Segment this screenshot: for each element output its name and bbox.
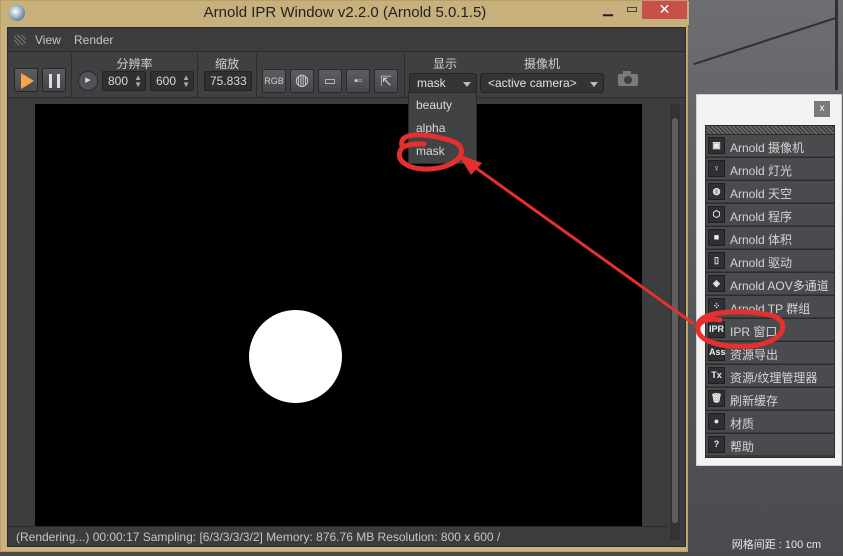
chevron-down-icon: [463, 82, 471, 87]
vertical-scrollbar[interactable]: [670, 104, 680, 540]
panel-item[interactable]: ◈ Arnold AOV多通道: [706, 272, 834, 294]
playback-group: [8, 53, 72, 97]
display-dropdown: beauty alpha mask: [408, 92, 477, 164]
display-option-beauty[interactable]: beauty: [409, 94, 476, 116]
panel-item[interactable]: ■ Arnold 体积: [706, 226, 834, 248]
volume-icon: ■: [708, 229, 725, 246]
camera-label: 摄像机: [523, 57, 560, 71]
scrollbar-thumb[interactable]: [672, 118, 678, 523]
zoom-label: 缩放: [214, 57, 239, 71]
ass-icon: Ass: [708, 344, 726, 361]
spinner-arrows-icon[interactable]: ▲ ▼: [134, 74, 142, 89]
window-title: Arnold IPR Window v2.2.0 (Arnold 5.0.1.5…: [203, 4, 487, 21]
title-bar[interactable]: Arnold IPR Window v2.2.0 (Arnold 5.0.1.5…: [1, 1, 689, 25]
spinner-arrows-icon[interactable]: ▲ ▼: [182, 74, 190, 89]
panel-item-label: 资源/纹理管理器: [730, 371, 818, 385]
rendered-sphere-mask: [249, 310, 342, 403]
driver-icon: ▯: [708, 252, 725, 269]
zoom-field[interactable]: 75.833: [204, 71, 252, 91]
panel-item[interactable]: Tx 资源/纹理管理器: [706, 364, 834, 386]
ipr-content: View Render 分辨率 ▶ 800 ▲ ▼ 600 ▲ ▼ 缩放 75.…: [7, 27, 686, 547]
display-option-alpha[interactable]: alpha: [409, 117, 476, 139]
panel-item-label: Arnold AOV多通道: [730, 279, 829, 293]
start-render-button[interactable]: [14, 68, 38, 92]
panel-item[interactable]: ♀ Arnold 灯光: [706, 157, 834, 179]
grip-icon[interactable]: [14, 35, 26, 45]
camera-select[interactable]: <active camera>: [480, 73, 604, 93]
minimize-button[interactable]: ▁: [599, 1, 617, 19]
snapshot-camera-icon[interactable]: [618, 71, 638, 86]
panel-item-label: Arnold 天空: [730, 187, 793, 201]
aov-icon: ◈: [708, 275, 725, 292]
panel-item-label: Arnold 体积: [730, 233, 793, 247]
menu-render[interactable]: Render: [74, 33, 113, 47]
tp-group-icon: ⁘: [708, 298, 725, 315]
arnold-menu-panel: x ▣ Arnold 摄像机 ♀ Arnold 灯光 ◍ Arnold 天空 ⬡ Arnold…: [696, 94, 842, 466]
camera-icon: ▣: [708, 137, 725, 154]
material-icon: ●: [708, 413, 725, 430]
panel-item-label: Arnold TP 群组: [730, 302, 811, 316]
resolution-group: 分辨率 ▶ 800 ▲ ▼ 600 ▲ ▼: [72, 53, 198, 97]
ipr-icon: IPR: [708, 321, 725, 338]
viewport-line: [835, 0, 838, 90]
export-icon[interactable]: ⇱: [374, 69, 398, 93]
panel-item-label: 刷新缓存: [730, 394, 779, 408]
panel-item-label: 资源导出: [730, 348, 779, 362]
close-button[interactable]: ✕: [642, 1, 687, 19]
region-icon[interactable]: ▭: [318, 69, 342, 93]
display-select[interactable]: mask: [409, 73, 477, 93]
panel-item[interactable]: 🗑 刷新缓存: [706, 387, 834, 409]
toolbar: 分辨率 ▶ 800 ▲ ▼ 600 ▲ ▼ 缩放 75.833 RGB ◍ ▭ ▪▫ ⇱: [8, 53, 685, 98]
zoom-group: 缩放 75.833: [198, 53, 257, 97]
panel-item[interactable]: ▯ Arnold 驱动: [706, 249, 834, 271]
panel-item-label: Arnold 摄像机: [730, 141, 805, 155]
pause-icon: [49, 74, 60, 88]
panel-item[interactable]: ● 材质: [706, 410, 834, 432]
resolution-label: 分辨率: [116, 57, 153, 71]
sky-icon: ◍: [708, 183, 725, 200]
procedural-icon: ⬡: [708, 206, 725, 223]
trash-icon: 🗑: [708, 390, 725, 407]
chevron-down-icon: [590, 82, 598, 87]
display-option-mask[interactable]: mask: [409, 140, 476, 162]
arnold-menu-list: ▣ Arnold 摄像机 ♀ Arnold 灯光 ◍ Arnold 天空 ⬡ Arnold 程…: [705, 125, 835, 458]
play-icon: [21, 73, 34, 89]
panel-item-label: Arnold 驱动: [730, 256, 793, 270]
height-field[interactable]: 600 ▲ ▼: [150, 71, 194, 91]
width-field[interactable]: 800 ▲ ▼: [102, 71, 146, 91]
panel-item-label: 帮助: [730, 440, 755, 454]
globe-icon[interactable]: ◍: [290, 69, 314, 93]
grip-icon[interactable]: [706, 126, 834, 134]
panel-item[interactable]: ⬡ Arnold 程序: [706, 203, 834, 225]
panel-item[interactable]: ▣ Arnold 摄像机: [706, 134, 834, 156]
panel-item[interactable]: ⁘ Arnold TP 群组: [706, 295, 834, 317]
panel-close-button[interactable]: x: [814, 101, 830, 117]
panel-item[interactable]: ? 帮助: [706, 433, 834, 455]
panel-item-label: Arnold 灯光: [730, 164, 793, 178]
compare-icon[interactable]: ▪▫: [346, 69, 370, 93]
ipr-window: Arnold IPR Window v2.2.0 (Arnold 5.0.1.5…: [0, 0, 689, 552]
panel-item-label: Arnold 程序: [730, 210, 793, 224]
maximize-button[interactable]: ▭: [623, 1, 641, 19]
display-label: 显示: [432, 57, 457, 71]
panel-item[interactable]: ◍ Arnold 天空: [706, 180, 834, 202]
rgb-channel-button[interactable]: RGB: [262, 69, 286, 93]
pause-render-button[interactable]: [42, 68, 66, 92]
panel-item-label: 材质: [730, 417, 755, 431]
panel-item[interactable]: IPR IPR 窗口: [706, 318, 834, 340]
tx-icon: Tx: [708, 367, 725, 384]
panel-item[interactable]: Ass 资源导出: [706, 341, 834, 363]
grid-spacing-label: 网格间距 : 100 cm: [731, 539, 821, 551]
light-icon: ♀: [708, 160, 725, 177]
panel-item-label: IPR 窗口: [730, 325, 778, 339]
menu-bar: View Render: [8, 28, 685, 52]
status-bar: (Rendering...) 00:00:17 Sampling: [6/3/3…: [8, 526, 668, 546]
help-icon: ?: [708, 436, 725, 453]
resolution-preset-button[interactable]: ▶: [78, 71, 98, 91]
menu-view[interactable]: View: [35, 33, 61, 47]
render-viewport[interactable]: [35, 104, 642, 526]
separator: [404, 53, 405, 97]
